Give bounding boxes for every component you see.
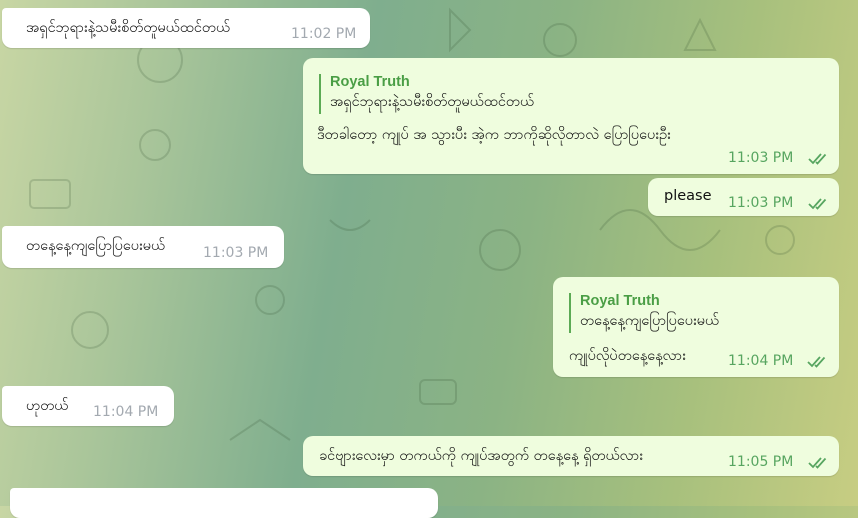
- message-text: အရှင်ဘုရားနဲ့သမီးစိတ်တူမယ်ထင်တယ်: [26, 20, 231, 36]
- message-time: 11:05 PM: [728, 454, 794, 470]
- message-time: 11:04 PM: [93, 404, 159, 420]
- message-time: 11:03 PM: [728, 195, 794, 211]
- message-time: 11:03 PM: [203, 245, 269, 261]
- message-incoming[interactable]: တနေ့နေ့ကျပြောပြပေးမယ် 11:03 PM: [2, 226, 284, 268]
- reply-quote[interactable]: Royal Truth တနေ့နေ့ကျပြောပြပေးမယ်: [569, 293, 719, 333]
- message-outgoing[interactable]: ခင်ဗျားလေးမှာ တကယ်ကို ကျုပ်အတွက် တနေ့နေ့…: [303, 436, 839, 476]
- message-text: ကျုပ်လိုပဲတနေ့နေ့လား: [569, 348, 686, 364]
- double-check-icon: [807, 356, 826, 368]
- reply-author: Royal Truth: [330, 74, 410, 90]
- message-text: ဟုတယ်: [26, 398, 69, 414]
- double-check-icon: [808, 457, 827, 469]
- message-text: ခင်ဗျားလေးမှာ တကယ်ကို ကျုပ်အတွက် တနေ့နေ့…: [319, 448, 643, 464]
- message-text: တနေ့နေ့ကျပြောပြပေးမယ်: [26, 238, 166, 254]
- message-incoming[interactable]: ဟုတယ် 11:04 PM: [2, 386, 174, 426]
- message-time: 11:02 PM: [291, 26, 357, 42]
- reply-quote[interactable]: Royal Truth အရှင်ဘုရားနဲ့သမီးစိတ်တူမယ်ထင…: [319, 74, 534, 114]
- message-outgoing[interactable]: Royal Truth တနေ့နေ့ကျပြောပြပေးမယ် ကျုပ်လ…: [553, 277, 839, 377]
- reply-author: Royal Truth: [580, 293, 660, 309]
- message-time: 11:03 PM: [728, 150, 794, 166]
- reply-text: အရှင်ဘုရားနဲ့သမီးစိတ်တူမယ်ထင်တယ်: [330, 94, 535, 110]
- double-check-icon: [808, 153, 827, 165]
- reply-text: တနေ့နေ့ကျပြောပြပေးမယ်: [580, 313, 720, 329]
- message-outgoing[interactable]: Royal Truth အရှင်ဘုရားနဲ့သမီးစိတ်တူမယ်ထင…: [303, 58, 839, 174]
- message-incoming[interactable]: အရှင်ဘုရားနဲ့သမီးစိတ်တူမယ်ထင်တယ် 11:02 P…: [2, 8, 370, 48]
- message-incoming-partial[interactable]: [10, 488, 438, 518]
- message-text: please: [664, 188, 712, 204]
- message-outgoing[interactable]: please 11:03 PM: [648, 178, 839, 216]
- double-check-icon: [808, 198, 827, 210]
- message-text: ဒီတခါတော့ ကျုပ် အ သွားပီး အဲ့က ဘာကိုဆိုလ…: [317, 127, 671, 143]
- message-time: 11:04 PM: [728, 353, 794, 369]
